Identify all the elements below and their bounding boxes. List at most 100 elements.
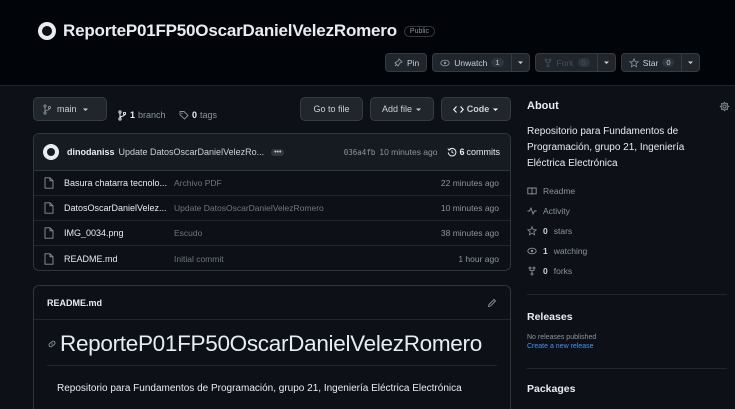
star-label: Star [642,57,659,68]
readme-body: Repositorio para Fundamentos de Programa… [57,383,462,394]
readme-divider [47,365,497,366]
watching-link[interactable]: 1 watching [527,241,735,261]
commit-author[interactable]: dinodaniss [67,147,115,157]
file-toolbar: main 1 branch 0 tags Go to file Add file… [33,97,511,121]
releases-heading[interactable]: Releases [527,311,735,323]
add-file-label: Add file [381,104,413,114]
file-row[interactable]: IMG_0034.png Escudo 38 minutes ago [34,221,510,246]
owner-avatar[interactable] [38,22,56,40]
tags-count: 0 [192,110,198,120]
star-count: 0 [662,58,675,67]
file-time: 38 minutes ago [440,228,499,238]
star-icon [628,57,639,68]
latest-commit-bar: dinodaniss Update DatosOscarDanielVelezR… [34,134,510,171]
unwatch-label: Unwatch [454,57,488,68]
unwatch-group: Unwatch 1 [432,53,530,72]
about-sidebar: About Repositorio para Fundamentos de Pr… [527,100,735,395]
create-release-link[interactable]: Create a new release [527,343,735,350]
file-name[interactable]: Basura chatarra tecnolo... [64,178,174,188]
unwatch-button[interactable]: Unwatch 1 [432,53,512,72]
file-commit-message[interactable]: Update DatosOscarDanielVelezRomero [174,203,441,213]
star-button[interactable]: Star 0 [620,53,683,72]
commit-author-avatar[interactable] [43,144,59,160]
code-button[interactable]: Code [441,97,511,121]
file-icon [44,227,54,239]
caret-down-icon [517,59,524,66]
watching-count: 1 [543,246,548,256]
pin-button[interactable]: Pin [385,53,428,72]
readme-filename[interactable]: README.md [47,298,102,308]
pulse-icon [527,206,537,216]
commit-info: 036a4fb 10 minutes ago 6 commits [344,147,500,157]
file-commit-message[interactable]: Initial commit [174,254,458,264]
add-file-button[interactable]: Add file [370,97,434,121]
commit-time: 10 minutes ago [379,147,438,157]
branches-link[interactable]: 1 branch [117,103,166,127]
tags-link[interactable]: 0 tags [179,103,217,127]
commits-history-link[interactable]: 6 commits [447,147,500,157]
tags-label: tags [200,110,218,120]
stars-label: stars [553,226,573,236]
fork-label: Fork [556,57,574,68]
code-label: Code [466,104,490,114]
forks-link[interactable]: 0 forks [527,261,735,281]
readme-panel: README.md ReporteP01FP50OscarDanielVelez… [33,285,511,409]
file-name[interactable]: DatosOscarDanielVelez... [64,203,174,213]
repo-header: ReporteP01FP50OscarDanielVelezRomero Pub… [0,0,735,86]
history-icon [447,147,457,157]
commit-expand-button[interactable]: ••• [271,148,285,156]
commit-message[interactable]: Update DatosOscarDanielVelezRo... [119,147,265,157]
caret-down-icon [492,106,499,113]
activity-link[interactable]: Activity [527,201,735,221]
file-name[interactable]: IMG_0034.png [64,228,174,238]
file-commit-message[interactable]: Escudo [174,228,441,238]
branches-label: branch [138,110,166,120]
star-dropdown[interactable] [682,53,701,72]
watching-label: watching [553,246,588,256]
file-time: 22 minutes ago [440,178,499,188]
file-row[interactable]: README.md Initial commit 1 hour ago [34,246,510,270]
packages-heading[interactable]: Packages [527,383,735,395]
commit-count: 6 [459,147,465,157]
commits-label: commits [466,147,501,157]
fork-icon [527,266,537,276]
file-name[interactable]: README.md [64,254,174,264]
caret-down-icon [687,59,694,66]
caret-down-icon [82,106,89,113]
go-to-file-label: Go to file [313,104,350,114]
file-row[interactable]: DatosOscarDanielVelez... Update DatosOsc… [34,196,510,221]
unwatch-dropdown[interactable] [511,53,530,72]
readme-link-label: Readme [543,186,576,196]
file-time: 1 hour ago [458,253,499,264]
pin-label: Pin [407,57,420,68]
anchor-link-icon[interactable] [47,339,57,349]
repo-title-row: ReporteP01FP50OscarDanielVelezRomero Pub… [38,21,435,41]
caret-down-icon [603,59,610,66]
code-icon [452,105,464,114]
file-commit-message[interactable]: Archivo PDF [174,178,441,188]
readme-title: ReporteP01FP50OscarDanielVelezRomero [60,331,482,356]
file-row[interactable]: Basura chatarra tecnolo... Archivo PDF 2… [34,171,510,196]
pencil-icon[interactable] [487,298,497,308]
fork-group: Fork 0 [534,53,616,72]
no-releases-text: No releases published [527,334,597,341]
go-to-file-button[interactable]: Go to file [300,97,363,121]
branch-icon [117,109,127,121]
repo-actions: Pin Unwatch 1 Fork 0 Star 0 [385,53,701,72]
fork-count: 0 [577,58,590,67]
commit-sha[interactable]: 036a4fb [344,148,376,157]
about-links: Readme Activity 0 stars 1 watching 0 for… [527,181,735,281]
stars-count: 0 [543,226,548,236]
readme-heading: ReporteP01FP50OscarDanielVelezRomero [47,331,482,357]
branches-count: 1 [130,110,136,120]
repo-name[interactable]: ReporteP01FP50OscarDanielVelezRomero [63,21,397,41]
star-icon [527,226,537,236]
readme-link[interactable]: Readme [527,181,735,201]
file-icon [44,202,54,214]
branch-selector[interactable]: main [33,97,107,121]
gear-icon[interactable] [719,101,730,112]
activity-label: Activity [543,206,570,216]
stars-link[interactable]: 0 stars [527,221,735,241]
fork-dropdown[interactable] [597,53,616,72]
fork-button[interactable]: Fork 0 [534,53,598,72]
